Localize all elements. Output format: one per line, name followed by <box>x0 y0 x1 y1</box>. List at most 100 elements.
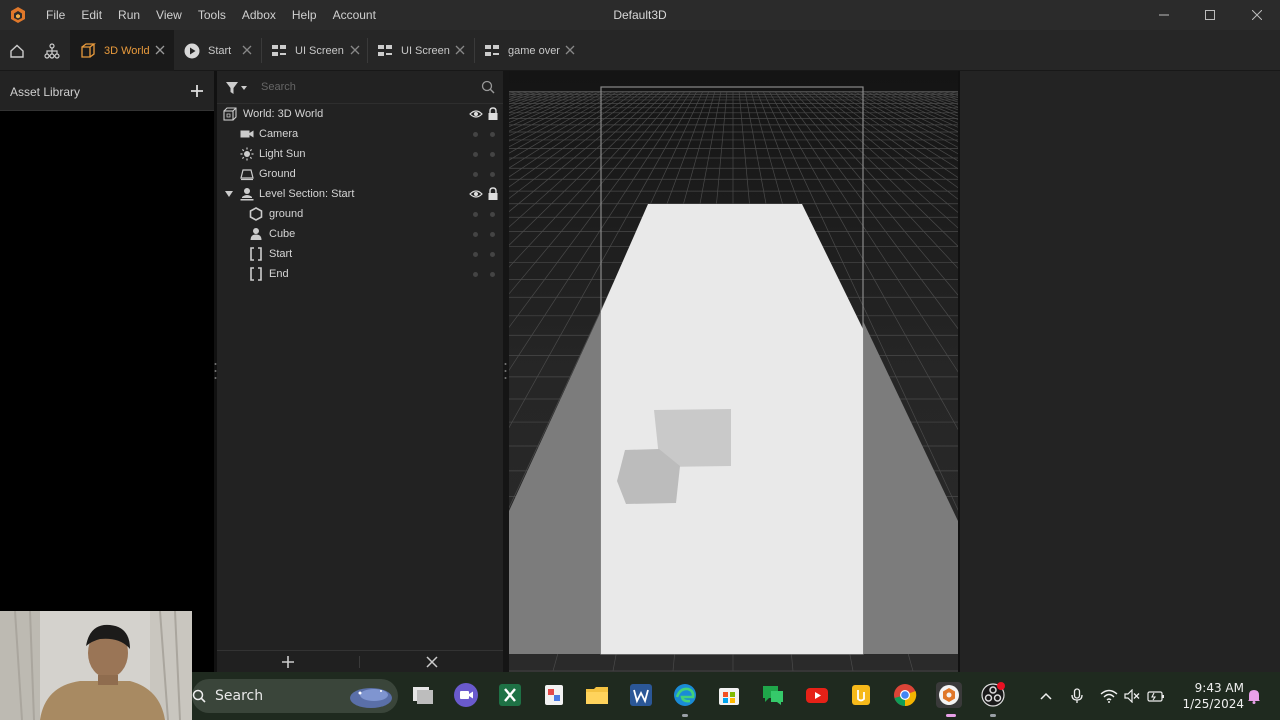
tree-item-end[interactable]: End <box>217 264 503 284</box>
tab-game-over[interactable]: game over <box>474 30 584 71</box>
volume-button[interactable] <box>1122 672 1142 720</box>
tree-item-cube[interactable]: Cube <box>217 224 503 244</box>
title-bar: File Edit Run View Tools Adbox Help Acco… <box>0 0 1280 30</box>
minimize-button[interactable] <box>1141 0 1187 30</box>
lock-dot-icon[interactable] <box>490 252 495 257</box>
visibility-dot-icon[interactable] <box>473 132 478 137</box>
visibility-dot-icon[interactable] <box>473 252 478 257</box>
hierarchy-search-input[interactable] <box>261 77 471 97</box>
visibility-dot-icon[interactable] <box>473 212 478 217</box>
tab-ui-screen-2[interactable]: UI Screen <box>367 30 474 71</box>
tab-label: Start <box>208 44 232 57</box>
chat-icon[interactable] <box>760 682 786 708</box>
hierarchy-button[interactable] <box>35 30 69 71</box>
maximize-icon <box>1205 10 1215 20</box>
notes-icon[interactable] <box>848 682 874 708</box>
tab-start[interactable]: Start <box>174 30 260 71</box>
ui-screen-icon <box>271 43 287 59</box>
tab-3d-world[interactable]: 3D World <box>70 30 174 71</box>
task-view-icon[interactable] <box>410 682 436 708</box>
lock-dot-icon[interactable] <box>490 132 495 137</box>
wifi-icon <box>1100 689 1118 703</box>
running-indicator <box>682 714 688 717</box>
lock-dot-icon[interactable] <box>490 172 495 177</box>
lock-dot-icon[interactable] <box>490 232 495 237</box>
visibility-dot-icon[interactable] <box>473 152 478 157</box>
chevron-up-icon <box>1040 692 1052 700</box>
tree-item-light-sun[interactable]: Light Sun <box>217 144 503 164</box>
person-icon <box>249 227 263 241</box>
visibility-eye-icon[interactable] <box>469 188 483 200</box>
level-section-icon <box>240 187 254 201</box>
grip-icon <box>504 363 507 379</box>
snipping-tool-icon[interactable] <box>541 682 567 708</box>
obs-icon[interactable] <box>980 682 1006 708</box>
visibility-dot-icon[interactable] <box>473 272 478 277</box>
tree-item-level-section[interactable]: Level Section: Start <box>217 184 503 204</box>
menu-run[interactable]: Run <box>110 0 148 30</box>
chrome-icon[interactable] <box>892 682 918 708</box>
visibility-dot-icon[interactable] <box>473 232 478 237</box>
close-tab-icon[interactable] <box>241 44 253 56</box>
game-engine-app-icon[interactable] <box>936 682 962 708</box>
lock-icon[interactable] <box>487 107 499 121</box>
word-icon[interactable] <box>628 682 654 708</box>
ground-platform[interactable] <box>601 204 863 654</box>
lock-dot-icon[interactable] <box>490 152 495 157</box>
close-icon <box>1252 10 1262 20</box>
tree-item-label: World: 3D World <box>243 108 324 120</box>
menu-account[interactable]: Account <box>325 0 384 30</box>
home-button[interactable] <box>0 30 34 71</box>
notifications-button[interactable] <box>1244 672 1264 720</box>
close-tab-icon[interactable] <box>154 44 166 56</box>
taskbar-search[interactable]: Search <box>192 679 398 713</box>
world-icon <box>223 107 237 121</box>
menu-edit[interactable]: Edit <box>73 0 110 30</box>
close-tab-icon[interactable] <box>564 44 576 56</box>
tray-overflow-button[interactable] <box>1036 672 1056 720</box>
file-explorer-icon[interactable] <box>584 682 610 708</box>
close-tab-icon[interactable] <box>349 44 361 56</box>
scene-canvas[interactable] <box>509 71 958 672</box>
tree-item-world[interactable]: World: 3D World <box>217 104 503 124</box>
visibility-eye-icon[interactable] <box>469 108 483 120</box>
asset-library-header: Asset Library <box>0 71 214 111</box>
menu-view[interactable]: View <box>148 0 190 30</box>
tab-label: 3D World <box>104 44 150 57</box>
lock-dot-icon[interactable] <box>490 212 495 217</box>
tree-item-start[interactable]: Start <box>217 244 503 264</box>
visibility-dot-icon[interactable] <box>473 172 478 177</box>
taskbar-clock[interactable]: 9:43 AM 1/25/2024 <box>1174 680 1244 712</box>
menu-tools[interactable]: Tools <box>190 0 234 30</box>
menu-help[interactable]: Help <box>284 0 325 30</box>
youtube-icon[interactable] <box>804 682 830 708</box>
microphone-button[interactable] <box>1067 672 1087 720</box>
maximize-button[interactable] <box>1187 0 1233 30</box>
battery-button[interactable] <box>1146 672 1166 720</box>
add-object-icon[interactable] <box>281 655 295 669</box>
wifi-button[interactable] <box>1098 672 1120 720</box>
store-icon[interactable] <box>716 682 742 708</box>
tree-item-camera[interactable]: Camera <box>217 124 503 144</box>
delete-object-icon[interactable] <box>425 655 439 669</box>
lock-icon[interactable] <box>487 187 499 201</box>
add-asset-icon[interactable] <box>190 84 204 98</box>
lock-dot-icon[interactable] <box>490 272 495 277</box>
tab-label: UI Screen <box>295 44 344 57</box>
close-tab-icon[interactable] <box>454 44 466 56</box>
filter-icon[interactable] <box>225 81 249 95</box>
meet-icon[interactable] <box>453 682 479 708</box>
menu-file[interactable]: File <box>38 0 73 30</box>
tree-item-ground-child[interactable]: ground <box>217 204 503 224</box>
search-icon[interactable] <box>481 80 495 94</box>
menu-adbox[interactable]: Adbox <box>234 0 284 30</box>
3d-viewport[interactable] <box>509 71 958 672</box>
excel-icon[interactable] <box>497 682 523 708</box>
close-window-button[interactable] <box>1234 0 1280 30</box>
tab-ui-screen-1[interactable]: UI Screen <box>261 30 367 71</box>
running-indicator <box>990 714 996 717</box>
edge-icon[interactable] <box>672 682 698 708</box>
volume-muted-icon <box>1124 689 1140 703</box>
caret-down-icon[interactable] <box>224 189 234 199</box>
tree-item-ground[interactable]: Ground <box>217 164 503 184</box>
